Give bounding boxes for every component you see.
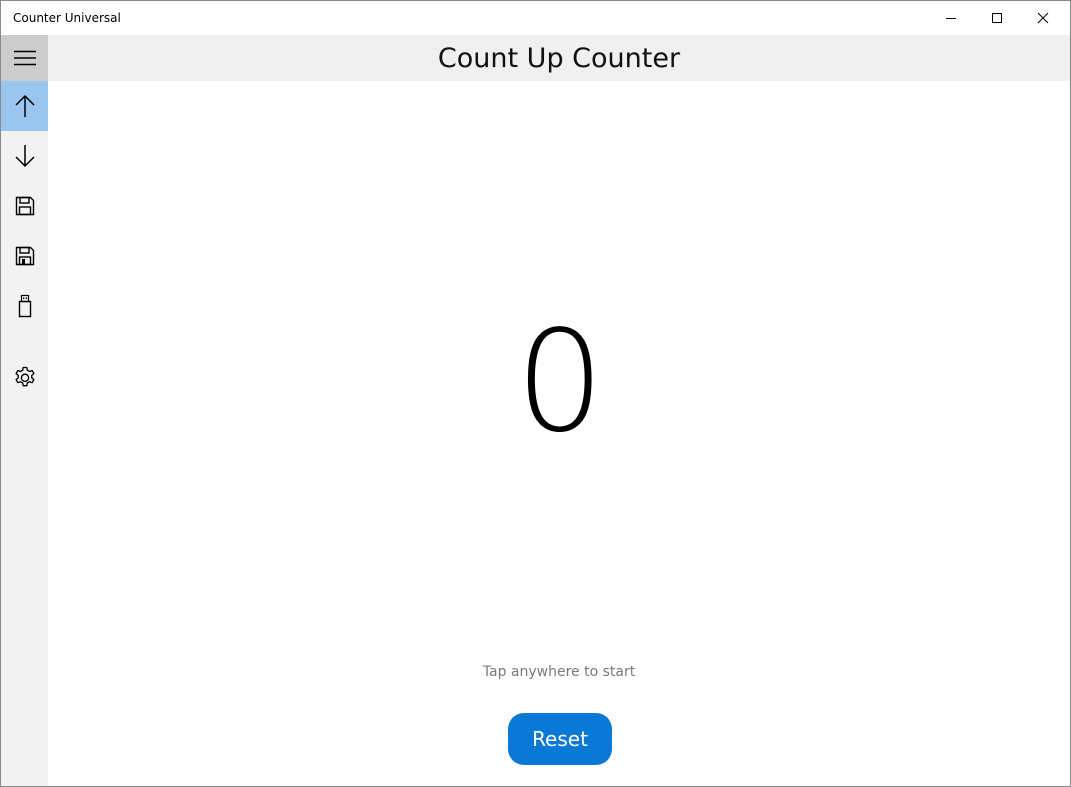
- minimize-icon: [946, 18, 956, 19]
- title-bar: Counter Universal: [1, 1, 1070, 35]
- close-icon: [1037, 12, 1049, 24]
- page-title: Count Up Counter: [437, 43, 681, 74]
- nav-save-as[interactable]: [1, 231, 48, 281]
- arrow-up-icon: [14, 94, 35, 117]
- reset-button[interactable]: Reset: [508, 713, 612, 765]
- nav-rail: [1, 35, 48, 786]
- nav-save[interactable]: [1, 181, 48, 231]
- minimize-button[interactable]: [928, 1, 974, 35]
- save-icon: [15, 196, 34, 216]
- maximize-button[interactable]: [974, 1, 1020, 35]
- maximize-icon: [992, 13, 1002, 23]
- nav-count-down[interactable]: [1, 131, 48, 181]
- hamburger-menu-button[interactable]: [1, 35, 48, 81]
- close-button[interactable]: [1020, 1, 1066, 35]
- nav-settings[interactable]: [1, 352, 48, 402]
- save-icon: [15, 246, 34, 266]
- arrow-down-icon: [14, 145, 35, 168]
- hamburger-menu-icon: [13, 50, 36, 66]
- nav-count-up[interactable]: [1, 81, 48, 131]
- usb-drive-icon: [18, 294, 31, 318]
- counter-value: 0: [515, 301, 604, 464]
- app-window: Counter Universal Count Up Counter 0 Tap…: [0, 0, 1071, 787]
- app-title: Counter Universal: [13, 11, 121, 25]
- hint-text: Tap anywhere to start: [482, 664, 636, 680]
- nav-export[interactable]: [1, 281, 48, 331]
- gear-icon: [14, 366, 35, 387]
- page-header: Count Up Counter: [48, 35, 1070, 81]
- counter-tap-area[interactable]: 0 Tap anywhere to start Reset: [48, 81, 1070, 786]
